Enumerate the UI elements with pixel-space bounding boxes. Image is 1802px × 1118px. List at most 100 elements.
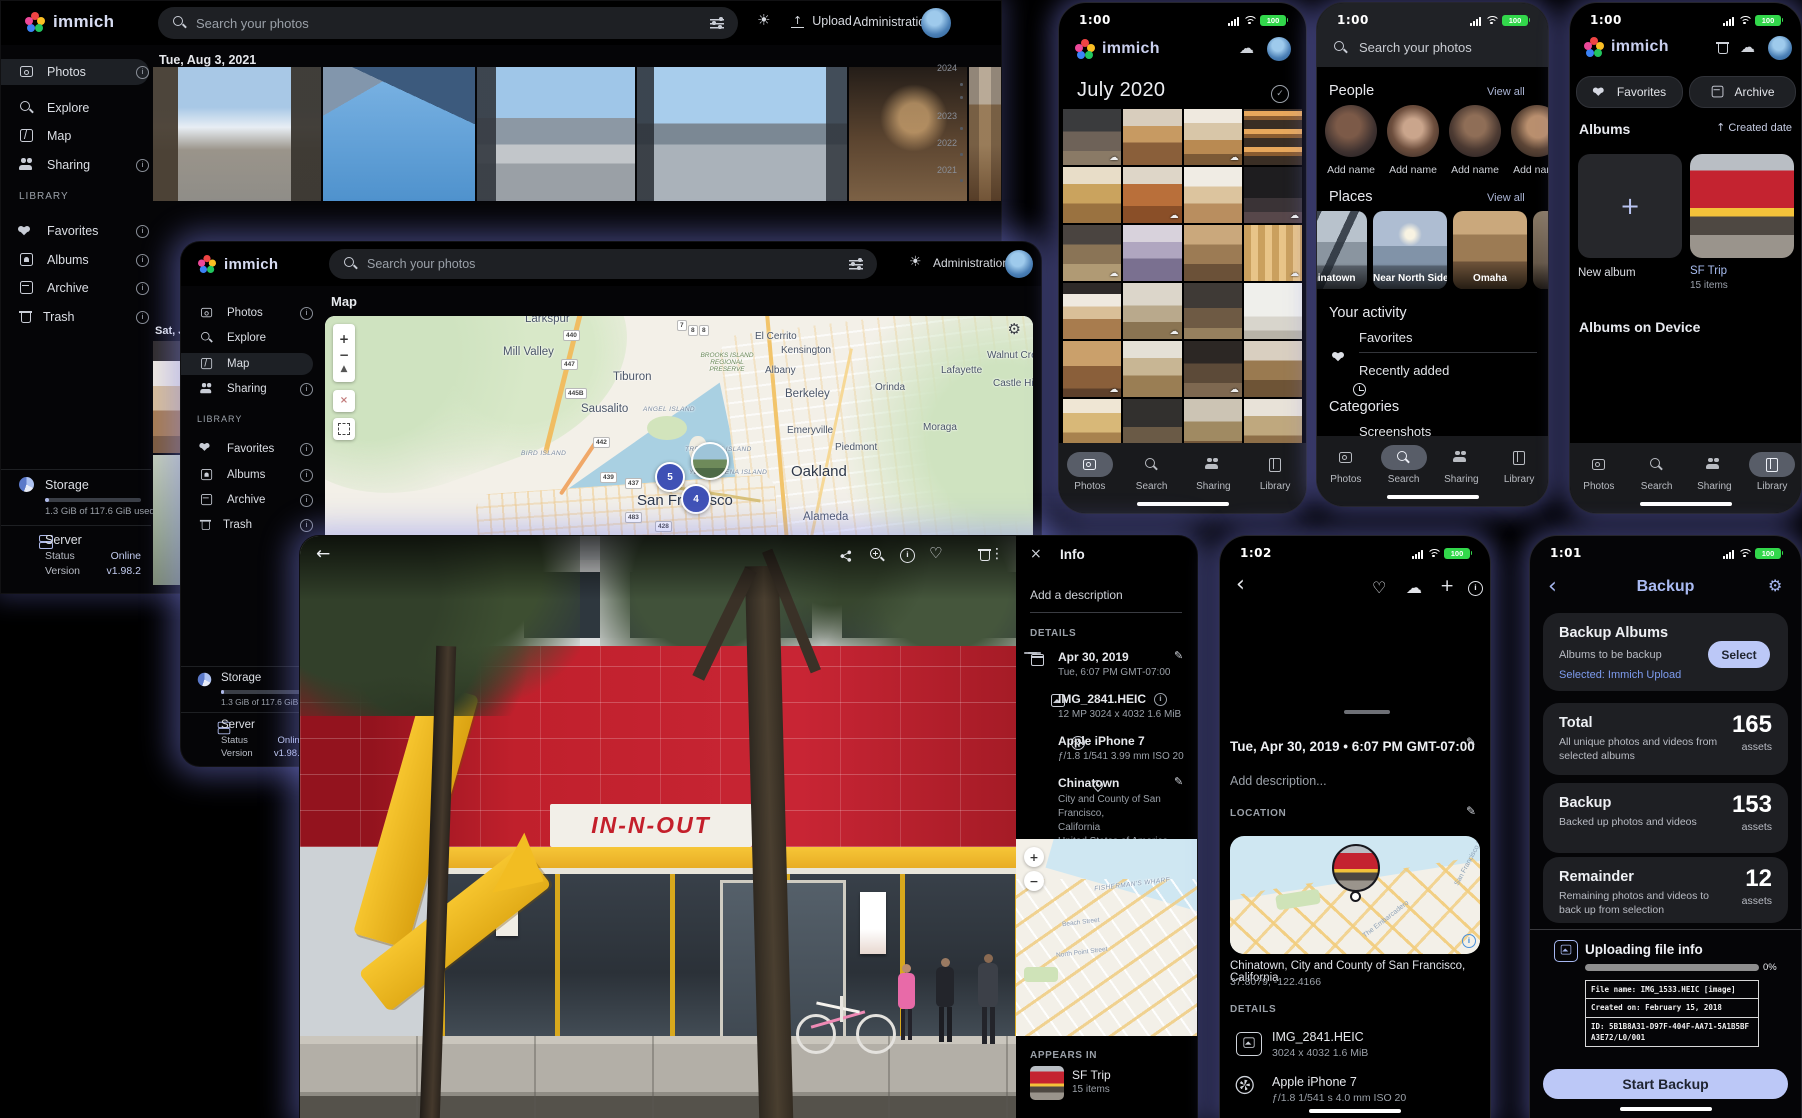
favorites-item[interactable]: Favorites bbox=[1359, 330, 1412, 345]
person-item[interactable]: Add name bbox=[1387, 105, 1439, 176]
albums-sort-button[interactable]: ↑ Created date bbox=[1700, 122, 1792, 134]
zoom-out-icon[interactable]: − bbox=[339, 349, 349, 361]
sidebar-item[interactable]: Map i bbox=[181, 353, 313, 375]
nav-tab[interactable]: Photos bbox=[1318, 445, 1374, 506]
filter-icon[interactable] bbox=[710, 17, 724, 29]
sidebar-item[interactable]: Favorites i bbox=[181, 438, 313, 460]
trash-icon[interactable] bbox=[978, 548, 990, 562]
sidebar-item[interactable]: Archive i bbox=[181, 489, 313, 511]
add-description-field[interactable]: Add a description bbox=[1030, 588, 1123, 602]
person-name-label[interactable]: Add name bbox=[1325, 164, 1377, 176]
album-card-sf-trip[interactable] bbox=[1690, 154, 1794, 258]
photo-thumbnail[interactable]: ☁ bbox=[1063, 283, 1121, 339]
sidebar-item[interactable]: Archive i bbox=[1, 275, 149, 301]
back-icon[interactable]: ‹ bbox=[1236, 574, 1245, 596]
timeline-year-label[interactable]: 2023 bbox=[931, 111, 957, 121]
timeline-year-label[interactable]: 2022 bbox=[931, 138, 957, 148]
archive-button[interactable]: Archive bbox=[1689, 76, 1796, 108]
info-map[interactable]: FISHERMAN'S WHARFBeach StreetNorth Point… bbox=[1016, 839, 1197, 1036]
person-name-label[interactable]: Add name bbox=[1511, 164, 1549, 176]
cloud-upload-icon[interactable]: ☁ bbox=[1406, 580, 1422, 596]
sidebar-item[interactable]: Favorites i bbox=[1, 218, 149, 244]
info-icon[interactable]: i bbox=[900, 548, 915, 563]
photo-thumbnail[interactable]: ☁ bbox=[1244, 283, 1302, 339]
photo-thumbnail[interactable]: ☁ bbox=[1244, 167, 1302, 223]
photo-thumbnail[interactable]: ☁ bbox=[1123, 109, 1181, 165]
map-attribution-icon[interactable]: i bbox=[1462, 934, 1476, 948]
photo-thumbnail[interactable] bbox=[969, 67, 1002, 201]
edit-location-icon[interactable]: ✎ bbox=[1466, 805, 1476, 817]
place-card[interactable]: Near North Side bbox=[1373, 211, 1447, 289]
photo-in-n-out[interactable]: IN-N-OUT bbox=[300, 536, 1016, 1118]
map-fullscreen-button[interactable] bbox=[333, 418, 355, 440]
map-settings-gear-icon[interactable]: ⚙ bbox=[1008, 322, 1021, 337]
select-all-check-icon[interactable]: ✓ bbox=[1271, 85, 1289, 103]
photo-thumbnail[interactable]: ☁ bbox=[1123, 225, 1181, 281]
people-view-all-link[interactable]: View all bbox=[1487, 86, 1525, 98]
timeline-year-label[interactable]: 2021 bbox=[931, 165, 957, 175]
user-avatar[interactable] bbox=[1005, 250, 1033, 278]
photo-thumbnail[interactable]: ☁ bbox=[1123, 399, 1181, 443]
edit-date-icon[interactable]: ✎ bbox=[1466, 736, 1476, 748]
sidebar-item[interactable]: Trash i bbox=[1, 304, 149, 330]
home-indicator[interactable] bbox=[1620, 1107, 1712, 1111]
map-photo-marker[interactable] bbox=[691, 442, 729, 480]
sidebar-item[interactable]: Photos i bbox=[181, 302, 313, 324]
close-icon[interactable]: × bbox=[1030, 547, 1042, 561]
place-card[interactable]: Omaha bbox=[1453, 211, 1527, 289]
photo-thumbnail[interactable]: ☁ bbox=[1063, 399, 1121, 443]
zoom-in-icon[interactable]: + bbox=[339, 333, 349, 345]
edit-date-icon[interactable]: ✎ bbox=[1174, 650, 1183, 661]
edit-location-icon[interactable]: ✎ bbox=[1174, 776, 1183, 787]
map-cluster-marker[interactable]: 5 bbox=[655, 462, 685, 492]
sidebar-item[interactable]: Map i bbox=[1, 123, 149, 149]
user-avatar[interactable] bbox=[1768, 36, 1792, 60]
add-icon[interactable]: + bbox=[1440, 578, 1454, 595]
person-item[interactable]: Add name bbox=[1511, 105, 1549, 176]
trash-icon[interactable] bbox=[1716, 41, 1728, 55]
map-hide-markers-button[interactable]: × bbox=[333, 390, 355, 412]
select-button[interactable]: Select bbox=[1708, 641, 1770, 668]
filter-icon[interactable] bbox=[849, 258, 863, 270]
photo-thumbnail[interactable]: ☁ bbox=[1063, 225, 1121, 281]
file-info-icon[interactable]: i bbox=[1154, 693, 1167, 706]
sheet-drag-handle[interactable] bbox=[1344, 710, 1390, 714]
photo-thumbnail[interactable]: ☁ bbox=[1123, 283, 1181, 339]
photo-thumbnail[interactable] bbox=[153, 67, 321, 201]
nav-tab[interactable]: Library bbox=[1247, 452, 1303, 513]
search-placeholder[interactable]: Search your photos bbox=[1359, 40, 1472, 55]
administration-button[interactable]: Administration bbox=[933, 256, 1009, 270]
photo-thumbnail[interactable]: ☁ bbox=[1123, 341, 1181, 397]
photo-thumbnail[interactable]: ☁ bbox=[1184, 167, 1242, 223]
sidebar-item[interactable]: Albums i bbox=[181, 464, 313, 486]
person-avatar[interactable] bbox=[1511, 105, 1549, 157]
info-icon[interactable]: i bbox=[1468, 581, 1483, 596]
cloud-sync-icon[interactable]: ☁ bbox=[1740, 40, 1755, 55]
home-indicator[interactable] bbox=[1387, 495, 1479, 499]
photo-thumbnail[interactable] bbox=[477, 67, 635, 201]
theme-toggle-icon[interactable]: ☀ bbox=[909, 255, 922, 269]
zoom-icon[interactable] bbox=[870, 548, 886, 562]
home-indicator[interactable] bbox=[1640, 502, 1732, 506]
favorites-button[interactable]: Favorites bbox=[1576, 76, 1683, 108]
nav-tab[interactable]: Photos bbox=[1062, 452, 1118, 513]
map-cluster-marker[interactable]: 4 bbox=[681, 484, 711, 514]
sidebar-item[interactable]: Sharing i bbox=[1, 152, 149, 178]
places-view-all-link[interactable]: View all bbox=[1487, 192, 1525, 204]
photo-thumbnail[interactable]: ☁ bbox=[1123, 167, 1181, 223]
favorite-heart-icon[interactable]: ♡ bbox=[929, 546, 942, 561]
back-icon[interactable]: ← bbox=[316, 546, 330, 563]
sidebar-item[interactable]: Photos i bbox=[1, 59, 149, 85]
photo-thumbnail[interactable]: ☁ bbox=[1184, 225, 1242, 281]
map-photo-marker[interactable] bbox=[1332, 844, 1380, 892]
photo-thumbnail[interactable]: ☁ bbox=[1063, 109, 1121, 165]
map-zoom-out-button[interactable]: − bbox=[1024, 871, 1044, 891]
place-card[interactable]: Chinatown bbox=[1316, 211, 1367, 289]
compass-icon[interactable]: ▲ bbox=[341, 365, 348, 374]
photo-thumbnail[interactable]: ☁ bbox=[1184, 399, 1242, 443]
photo-thumbnail[interactable] bbox=[849, 67, 967, 201]
person-avatar[interactable] bbox=[1449, 105, 1501, 157]
map-zoom-controls[interactable]: + − ▲ bbox=[333, 324, 355, 382]
nav-tab[interactable]: Library bbox=[1491, 445, 1547, 506]
nav-tab[interactable]: Photos bbox=[1571, 452, 1627, 513]
